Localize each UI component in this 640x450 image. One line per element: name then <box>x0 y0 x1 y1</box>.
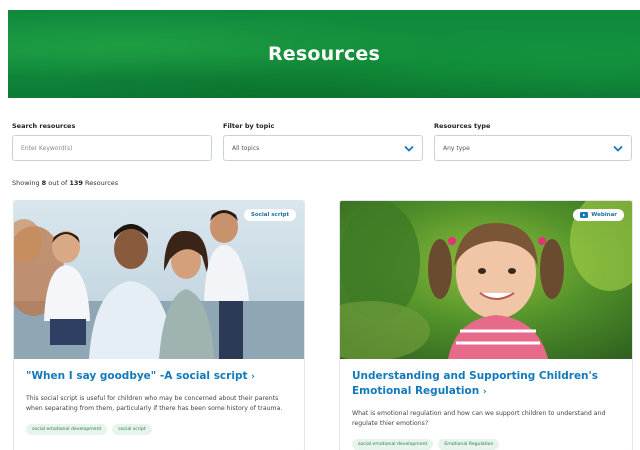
tag[interactable]: social script <box>112 424 152 435</box>
chevron-right-icon: › <box>251 372 255 382</box>
tag[interactable]: social emotional development <box>26 424 108 435</box>
badge-label: Webinar <box>591 212 617 218</box>
hero-banner: Resources <box>8 10 640 98</box>
results-middle: out of <box>48 179 68 187</box>
tag[interactable]: social emotional development <box>352 439 434 450</box>
search-label: Search resources <box>12 122 76 130</box>
girl-photo-image <box>340 201 632 359</box>
type-label: Resources type <box>434 122 491 130</box>
search-box[interactable] <box>12 135 212 161</box>
card-description: What is emotional regulation and how can… <box>352 410 606 427</box>
girl-photo[interactable]: Webinar <box>340 201 632 359</box>
type-value: Any type <box>443 144 470 152</box>
resource-card[interactable]: Social script "When I say goodbye" -A so… <box>13 200 305 450</box>
type-badge: Webinar <box>573 209 624 221</box>
search-input[interactable] <box>21 144 203 152</box>
results-shown: 8 <box>41 179 47 187</box>
type-filter: Resources type Any type <box>434 122 632 161</box>
type-select[interactable]: Any type <box>434 135 632 161</box>
card-title: "When I say goodbye" -A social script <box>26 370 248 382</box>
topic-filter: Filter by topic All topics <box>223 122 423 161</box>
tag-list: social emotional development Emotional R… <box>352 439 620 450</box>
chevron-down-icon <box>404 146 414 152</box>
tag-list: social emotional development social scri… <box>26 424 292 435</box>
family-photo-image <box>14 201 304 359</box>
card-description: This social script is useful for childre… <box>26 395 283 412</box>
card-title-link[interactable]: "When I say goodbye" -A social script › <box>26 369 292 385</box>
chevron-right-icon: › <box>482 387 487 397</box>
tag[interactable]: Emotional Regulation <box>438 439 500 450</box>
results-count: Showing 8 out of 139 Resources <box>12 179 118 187</box>
results-suffix: Resources <box>85 179 119 187</box>
resource-card[interactable]: Webinar Understanding and Supporting Chi… <box>339 200 633 450</box>
search-filter: Search resources <box>12 122 212 161</box>
badge-label: Social script <box>250 212 289 218</box>
page-title: Resources <box>267 43 381 65</box>
family-photo[interactable]: Social script <box>14 201 304 359</box>
card-title: Understanding and Supporting Children's … <box>352 370 599 397</box>
results-prefix: Showing <box>12 179 40 187</box>
card-title-link[interactable]: Understanding and Supporting Children's … <box>352 369 620 400</box>
results-total: 139 <box>69 179 83 187</box>
topic-label: Filter by topic <box>223 122 275 130</box>
chevron-down-icon <box>613 146 623 152</box>
video-icon <box>580 212 589 218</box>
topic-value: All topics <box>232 144 260 152</box>
topic-select[interactable]: All topics <box>223 135 423 161</box>
type-badge: Social script <box>243 209 296 221</box>
filter-bar: Search resources Filter by topic All top… <box>12 122 632 164</box>
